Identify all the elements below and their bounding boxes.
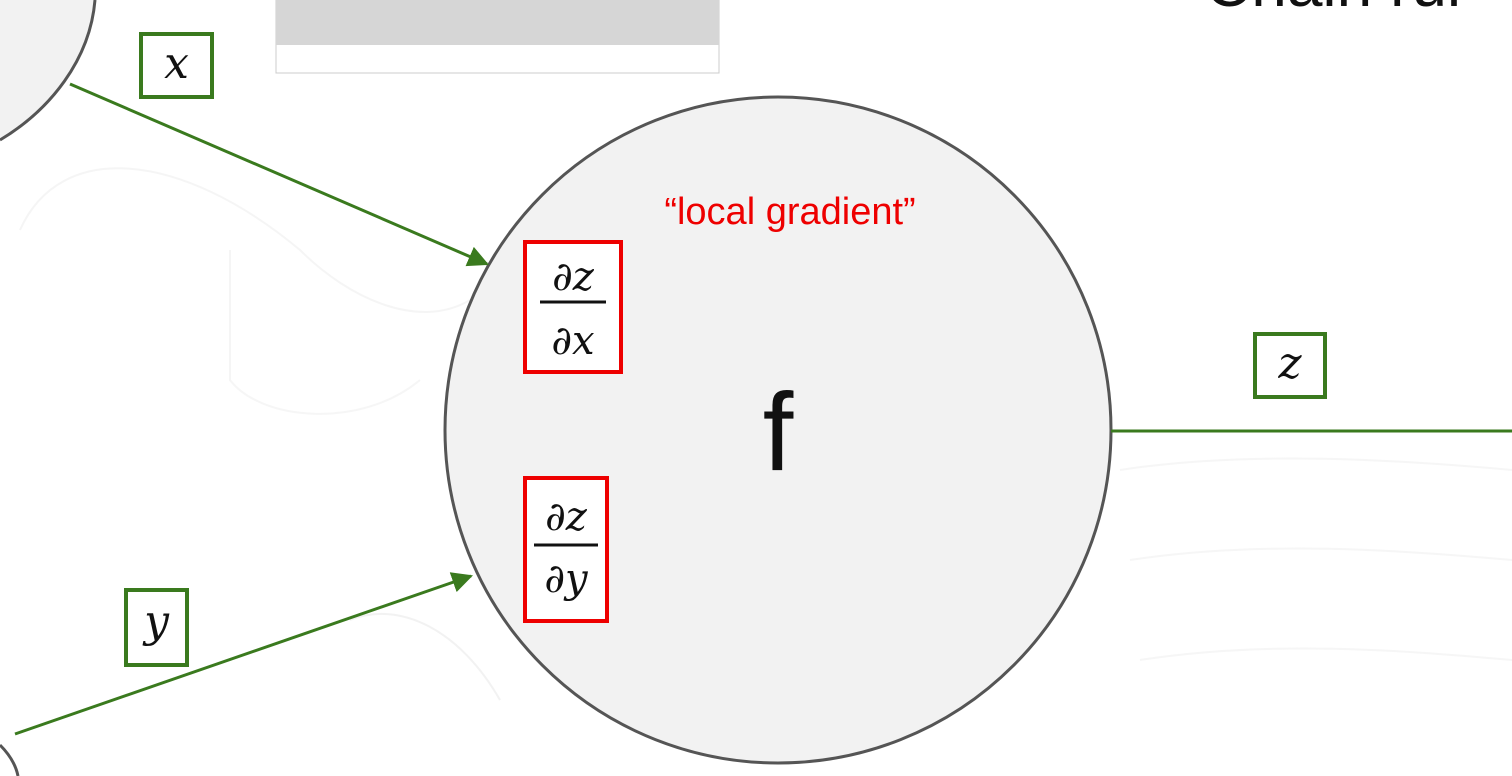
local-gradient-dz-dx-numerator: ∂z — [552, 254, 595, 300]
local-gradient-dz-dx[interactable]: ∂z ∂x — [523, 240, 623, 374]
output-label-z-text: z — [1277, 338, 1302, 389]
neighbor-node-outline — [0, 0, 95, 140]
local-gradient-dz-dx-denominator: ∂x — [551, 318, 594, 364]
local-gradient-caption: “local gradient” — [664, 191, 915, 233]
local-gradient-dz-dy-numerator: ∂z — [545, 494, 588, 540]
input-label-x[interactable]: x — [139, 32, 214, 99]
input-label-x-text: x — [164, 38, 189, 89]
local-gradient-dz-dy[interactable]: ∂z ∂y — [523, 476, 609, 623]
input-edge-x — [69, 82, 489, 267]
computational-graph-diagram: Chain rul x y z “local gradient” f ∂z ∂x… — [0, 0, 1512, 776]
slide-placeholder-box-fill — [276, 0, 719, 45]
local-gradient-dz-dy-denominator: ∂y — [544, 556, 589, 602]
output-label-z[interactable]: z — [1253, 332, 1327, 399]
function-label: f — [763, 371, 794, 494]
input-label-y-text: y — [142, 596, 170, 647]
input-label-y[interactable]: y — [124, 588, 189, 667]
neighbor-node-outline-bottom — [0, 743, 20, 776]
input-edge-y — [14, 572, 473, 736]
slide-title-fragment: Chain rul — [1205, 0, 1461, 20]
